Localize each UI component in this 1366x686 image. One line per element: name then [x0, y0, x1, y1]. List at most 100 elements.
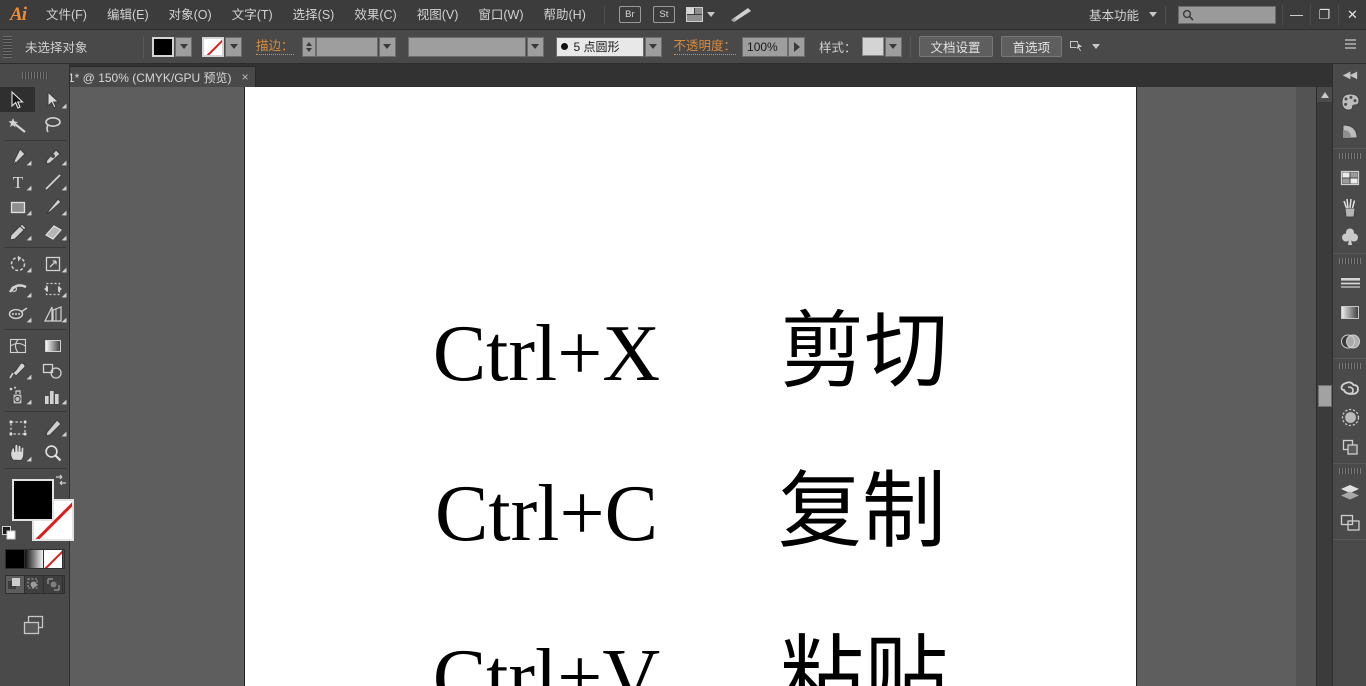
- stroke-weight-dropdown[interactable]: [378, 36, 396, 57]
- control-bar-menu-button[interactable]: [1344, 36, 1358, 57]
- opacity-input[interactable]: 100%: [742, 36, 789, 57]
- rotate-tool[interactable]: [0, 251, 35, 276]
- stroke-weight-stepper[interactable]: [301, 36, 316, 57]
- scale-tool[interactable]: [35, 251, 70, 276]
- artboard-tool[interactable]: [0, 415, 35, 440]
- tools-panel-grip[interactable]: [21, 72, 48, 79]
- direct-selection-tool[interactable]: [35, 87, 70, 112]
- graphic-style-swatch[interactable]: [861, 37, 884, 56]
- slice-tool[interactable]: [35, 415, 70, 440]
- draw-normal-button[interactable]: [5, 576, 25, 593]
- workspace-chevron-icon[interactable]: [1149, 12, 1157, 17]
- scrollbar-thumb[interactable]: [1318, 385, 1332, 407]
- toolbar-fill-swatch[interactable]: [12, 479, 54, 521]
- blend-tool[interactable]: [35, 358, 70, 383]
- artboard-text-copy[interactable]: Ctrl+C 复制: [245, 471, 1136, 555]
- curvature-tool[interactable]: [35, 144, 70, 169]
- artboards-panel-button[interactable]: [1333, 508, 1366, 537]
- brushes-panel-button[interactable]: [1333, 193, 1366, 222]
- document-setup-button[interactable]: 文档设置: [918, 36, 993, 57]
- selection-tool[interactable]: [0, 87, 35, 112]
- gradient-mode-button[interactable]: [24, 550, 45, 568]
- opacity-label[interactable]: 不透明度：: [673, 39, 737, 55]
- swatches-panel-button[interactable]: [1333, 164, 1366, 193]
- appearance-panel-button[interactable]: [1333, 403, 1366, 432]
- type-tool[interactable]: T: [0, 169, 35, 194]
- dock-group-grip-3[interactable]: [1338, 363, 1361, 369]
- arrange-documents-button[interactable]: [685, 7, 715, 22]
- draw-behind-button[interactable]: [25, 576, 45, 593]
- minimize-button[interactable]: —: [1282, 3, 1310, 26]
- menu-help[interactable]: 帮助(H): [534, 0, 596, 30]
- draw-inside-button[interactable]: [44, 576, 64, 593]
- symbols-panel-button[interactable]: [1333, 222, 1366, 251]
- color-guide-panel-button[interactable]: [1333, 117, 1366, 146]
- lasso-tool[interactable]: [35, 112, 70, 137]
- fill-color-control[interactable]: [152, 36, 192, 57]
- stroke-weight-input[interactable]: [315, 36, 378, 57]
- menu-type[interactable]: 文字(T): [222, 0, 283, 30]
- control-bar-grip[interactable]: [3, 35, 12, 58]
- bridge-button[interactable]: Br: [618, 6, 641, 23]
- menu-select[interactable]: 选择(S): [283, 0, 345, 30]
- gradient-panel-button[interactable]: [1333, 298, 1366, 327]
- close-icon[interactable]: ×: [242, 70, 249, 84]
- color-panel-button[interactable]: [1333, 88, 1366, 117]
- preferences-button[interactable]: 首选项: [1000, 36, 1063, 57]
- fill-swatch[interactable]: [152, 36, 174, 57]
- dock-group-grip-1[interactable]: [1338, 153, 1361, 159]
- close-button[interactable]: ✕: [1338, 3, 1366, 26]
- screen-mode-button[interactable]: [0, 606, 70, 646]
- menu-window[interactable]: 窗口(W): [468, 0, 533, 30]
- line-segment-tool[interactable]: [35, 169, 70, 194]
- zoom-tool[interactable]: [35, 440, 70, 465]
- hand-tool[interactable]: [0, 440, 35, 465]
- pathfinder-panel-button[interactable]: [1333, 432, 1366, 461]
- none-mode-button[interactable]: [44, 550, 64, 568]
- eyedropper-tool[interactable]: [0, 358, 35, 383]
- stroke-profile-dropdown[interactable]: [526, 36, 544, 57]
- shape-builder-tool[interactable]: [0, 301, 35, 326]
- pencil-tool[interactable]: [0, 219, 35, 244]
- stock-button[interactable]: St: [652, 6, 675, 23]
- width-tool[interactable]: [0, 276, 35, 301]
- stock-search-icon[interactable]: [730, 7, 752, 23]
- canvas-vertical-scrollbar[interactable]: [1316, 87, 1333, 686]
- canvas-area[interactable]: Ctrl+X 剪切 Ctrl+C 复制 Ctrl+V 粘贴: [70, 87, 1296, 686]
- color-mode-button[interactable]: [5, 550, 25, 568]
- transparency-panel-button[interactable]: [1333, 327, 1366, 356]
- stroke-color-control[interactable]: [202, 36, 242, 57]
- artboard-text-cut[interactable]: Ctrl+X 剪切: [245, 311, 1136, 395]
- artboard-text-paste[interactable]: Ctrl+V 粘贴: [245, 635, 1136, 686]
- default-fill-stroke-icon[interactable]: [2, 526, 17, 541]
- select-similar-objects-button[interactable]: [1070, 39, 1101, 55]
- cc-libraries-panel-button[interactable]: [1333, 374, 1366, 403]
- menu-effect[interactable]: 效果(C): [344, 0, 406, 30]
- menu-object[interactable]: 对象(O): [159, 0, 222, 30]
- brush-definition-select[interactable]: 5 点圆形: [555, 36, 644, 57]
- dock-group-grip-2[interactable]: [1338, 258, 1361, 264]
- eraser-tool[interactable]: [35, 219, 70, 244]
- pen-tool[interactable]: [0, 144, 35, 169]
- chevron-down-icon[interactable]: [1092, 44, 1101, 49]
- swap-fill-stroke-icon[interactable]: [54, 473, 68, 487]
- rectangle-tool[interactable]: [0, 194, 35, 219]
- tools-panel-header[interactable]: [0, 64, 69, 87]
- search-input[interactable]: [1178, 5, 1276, 24]
- graphic-style-dropdown[interactable]: [884, 36, 902, 57]
- scroll-up-button[interactable]: [1317, 87, 1333, 102]
- free-transform-tool[interactable]: [35, 276, 70, 301]
- artboard[interactable]: Ctrl+X 剪切 Ctrl+C 复制 Ctrl+V 粘贴: [245, 87, 1136, 686]
- mesh-tool[interactable]: [0, 333, 35, 358]
- brush-definition-dropdown[interactable]: [644, 36, 662, 57]
- perspective-grid-tool[interactable]: [35, 301, 70, 326]
- magic-wand-tool[interactable]: [0, 112, 35, 137]
- workspace-label[interactable]: 基本功能: [1083, 5, 1145, 24]
- stroke-swatch[interactable]: [202, 36, 224, 57]
- stroke-profile-select[interactable]: [407, 36, 526, 57]
- fill-dropdown-button[interactable]: [175, 36, 192, 57]
- dock-expand-button[interactable]: ◀◀: [1333, 64, 1366, 86]
- opacity-options-button[interactable]: [788, 36, 806, 57]
- dock-group-grip-4[interactable]: [1338, 468, 1361, 474]
- restore-button[interactable]: ❐: [1310, 3, 1338, 26]
